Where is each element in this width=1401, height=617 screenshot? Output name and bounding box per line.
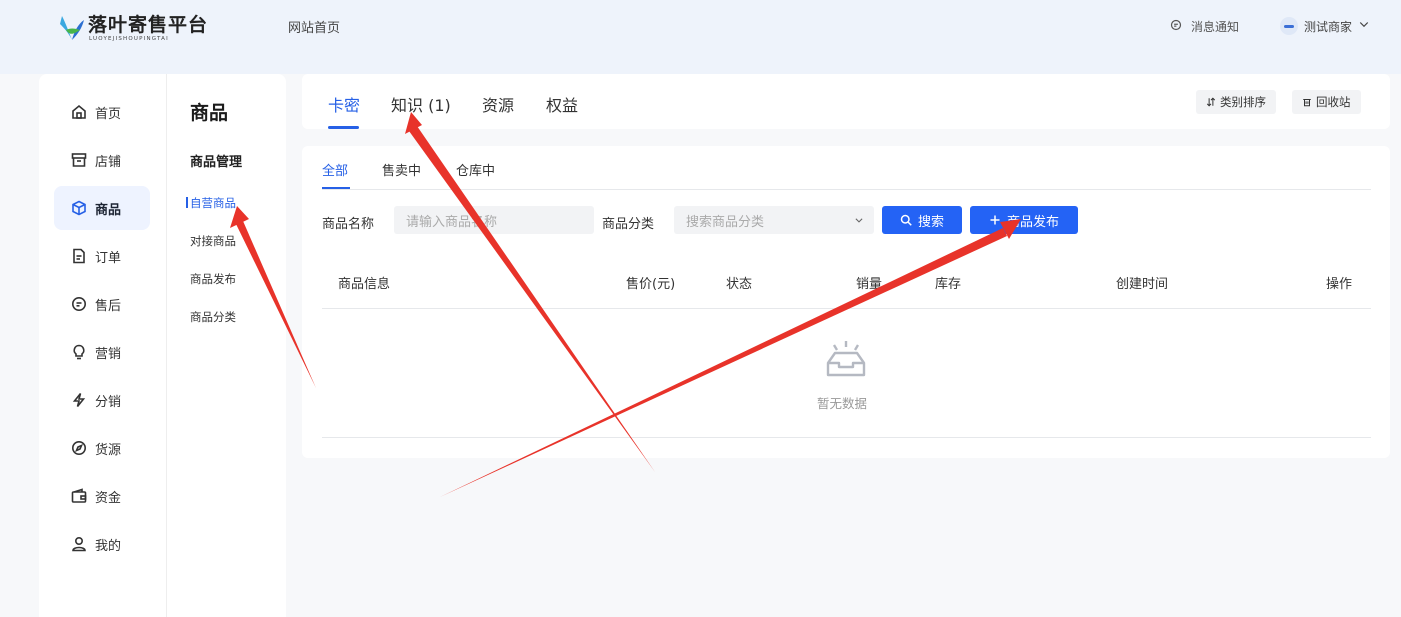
column-header-info: 商品信息 [338, 277, 391, 292]
main-sidebar: 首页 店铺 商品 订单 售后 营销 分销 货源 资金 我的 [39, 74, 166, 617]
goods-list-card: 全部 售卖中 仓库中 商品名称 请输入商品名称 商品分类 搜索商品分类 搜索 商… [302, 146, 1390, 458]
wallet-icon [71, 488, 87, 504]
sort-icon [1206, 97, 1216, 107]
nav-label: 分销 [95, 394, 122, 410]
nav-label: 售后 [95, 298, 122, 314]
nav-label: 订单 [95, 250, 122, 266]
subnav-item-own-goods[interactable]: 自营商品 [190, 195, 236, 211]
column-header-stock: 库存 [935, 277, 962, 292]
chevron-down-icon [855, 218, 863, 223]
subnav-title: 商品 [190, 102, 229, 124]
lightning-icon [71, 392, 87, 408]
subtab-all[interactable]: 全部 [322, 160, 348, 179]
nav-label: 货源 [95, 442, 122, 458]
nav-label: 营销 [95, 346, 122, 362]
sub-sidebar: 商品 商品管理 自营商品 对接商品 商品发布 商品分类 [166, 74, 286, 617]
type-tabs-card: 卡密 知识 (1) 资源 权益 类别排序 回收站 [302, 74, 1390, 129]
logo-text: 落叶寄售平台 [88, 14, 209, 36]
empty-inbox-icon [826, 341, 866, 377]
publish-goods-button[interactable]: 商品发布 [970, 206, 1078, 234]
active-indicator [186, 197, 188, 208]
subnav-item-docked-goods[interactable]: 对接商品 [190, 233, 236, 249]
site-home-link[interactable]: 网站首页 [288, 17, 340, 36]
tab-benefit[interactable]: 权益 [546, 92, 578, 116]
nav-item-funds[interactable]: 资金 [54, 474, 150, 518]
document-icon [71, 248, 87, 264]
sort-category-label: 类别排序 [1220, 95, 1266, 109]
column-header-status: 状态 [726, 277, 753, 292]
nav-item-marketing[interactable]: 营销 [54, 330, 150, 374]
search-button[interactable]: 搜索 [882, 206, 962, 234]
column-header-created: 创建时间 [1116, 277, 1169, 292]
merchant-menu[interactable]: 测试商家 [1280, 17, 1374, 35]
nav-item-orders[interactable]: 订单 [54, 234, 150, 278]
column-header-actions: 操作 [1326, 277, 1353, 292]
nav-item-goods[interactable]: 商品 [54, 186, 150, 230]
column-header-sales: 销量 [856, 277, 883, 292]
nav-label: 我的 [95, 538, 122, 554]
goods-name-placeholder: 请输入商品名称 [406, 214, 498, 230]
store-icon [71, 152, 87, 168]
publish-goods-label: 商品发布 [1006, 214, 1059, 230]
nav-item-distribution[interactable]: 分销 [54, 378, 150, 422]
tab-knowledge[interactable]: 知识 (1) [391, 92, 451, 116]
goods-category-label: 商品分类 [602, 217, 655, 232]
nav-item-mine[interactable]: 我的 [54, 522, 150, 566]
nav-label: 店铺 [95, 154, 122, 170]
subtab-on-sale[interactable]: 售卖中 [382, 160, 421, 179]
nav-item-supply[interactable]: 货源 [54, 426, 150, 470]
subnav-item-publish[interactable]: 商品发布 [190, 271, 236, 287]
notification-link[interactable]: 消息通知 [1170, 18, 1239, 35]
table-header-divider [322, 308, 1371, 309]
goods-category-select[interactable]: 搜索商品分类 [674, 206, 874, 234]
tab-active-underline [328, 126, 359, 129]
message-icon [1170, 19, 1186, 35]
subtab-divider [322, 189, 1371, 190]
subnav-item-category[interactable]: 商品分类 [190, 309, 236, 325]
nav-item-store[interactable]: 店铺 [54, 138, 150, 182]
table-bottom-divider [322, 437, 1371, 438]
trash-icon [1302, 97, 1312, 107]
goods-name-label: 商品名称 [322, 217, 375, 232]
tab-card-secret[interactable]: 卡密 [328, 92, 360, 116]
nav-label: 资金 [95, 490, 122, 506]
recycle-bin-label: 回收站 [1316, 95, 1351, 109]
goods-category-placeholder: 搜索商品分类 [686, 214, 765, 230]
sort-category-button[interactable]: 类别排序 [1196, 90, 1276, 114]
tab-resource[interactable]: 资源 [482, 92, 514, 116]
plus-icon [990, 215, 1000, 225]
column-header-price: 售价(元) [626, 277, 676, 292]
nav-item-home[interactable]: 首页 [54, 90, 150, 134]
logo-subtitle: LUOYEJISHOUPINGTAI [89, 36, 169, 42]
avatar [1280, 17, 1298, 35]
user-icon [71, 536, 87, 552]
home-icon [71, 104, 87, 120]
search-button-label: 搜索 [917, 214, 944, 230]
subtab-active-underline [322, 187, 350, 189]
leaf-logo-icon [60, 16, 84, 40]
top-header: 落叶寄售平台 LUOYEJISHOUPINGTAI 网站首页 消息通知 测试商家 [0, 0, 1401, 74]
subtab-warehouse[interactable]: 仓库中 [456, 160, 495, 179]
search-icon [900, 214, 912, 226]
empty-state-text: 暂无数据 [817, 396, 868, 411]
chevron-down-icon [1358, 18, 1374, 34]
compass-icon [71, 440, 87, 456]
nav-item-aftersale[interactable]: 售后 [54, 282, 150, 326]
merchant-name: 测试商家 [1304, 19, 1353, 34]
goods-name-input[interactable]: 请输入商品名称 [394, 206, 594, 234]
box-icon [71, 200, 87, 216]
logo[interactable]: 落叶寄售平台 LUOYEJISHOUPINGTAI [58, 10, 218, 46]
recycle-bin-button[interactable]: 回收站 [1292, 90, 1361, 114]
bulb-icon [71, 344, 87, 360]
notification-label: 消息通知 [1191, 20, 1240, 34]
nav-label: 首页 [95, 106, 122, 122]
chat-icon [71, 296, 87, 312]
nav-label: 商品 [95, 202, 122, 218]
subnav-group-title: 商品管理 [190, 155, 243, 170]
